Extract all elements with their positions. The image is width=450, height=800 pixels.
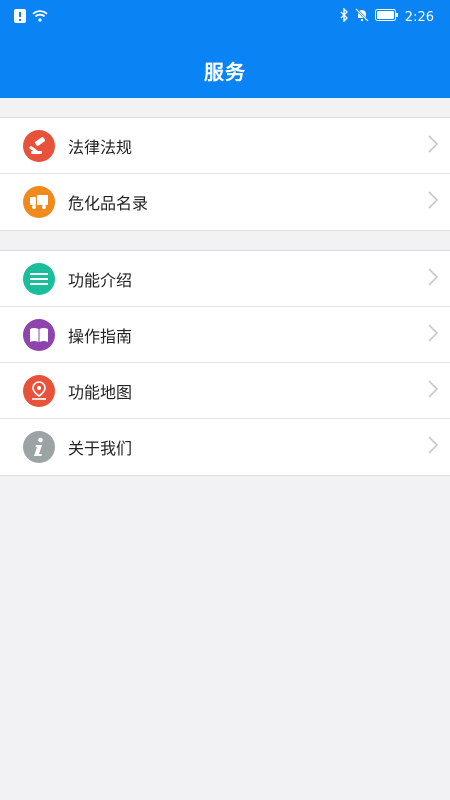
chevron-right-icon	[428, 323, 439, 346]
menu-group-1: 法律法规 危化品名录	[0, 117, 450, 231]
chevron-right-icon	[428, 436, 439, 458]
app-header: 2:26 服务	[0, 0, 450, 98]
menu-item-label: 危化品名录	[68, 194, 149, 213]
list-icon	[23, 262, 55, 295]
chevron-right-icon	[428, 267, 439, 290]
menu-item-features[interactable]: 功能介绍	[0, 251, 450, 307]
alert-icon	[14, 9, 26, 27]
menu-item-guide[interactable]: 操作指南	[0, 307, 450, 363]
chevron-right-icon	[428, 134, 439, 157]
status-bar: 2:26	[0, 0, 450, 34]
menu-item-about[interactable]: 关于我们	[0, 419, 450, 475]
menu-item-label: 功能介绍	[68, 270, 133, 290]
battery-icon	[374, 9, 399, 25]
location-pin-icon	[23, 374, 55, 407]
status-time: 2:26	[404, 9, 434, 25]
menu-item-label: 法律法规	[68, 137, 133, 157]
mute-bell-icon	[354, 8, 369, 26]
gavel-icon	[23, 129, 55, 162]
chevron-right-icon	[428, 379, 439, 402]
menu-item-label: 功能地图	[68, 382, 133, 402]
menu-item-label: 操作指南	[68, 326, 133, 346]
truck-icon	[23, 186, 55, 218]
info-icon	[23, 431, 55, 463]
menu-item-hazardous-chemicals[interactable]: 危化品名录	[0, 174, 450, 230]
chevron-right-icon	[428, 191, 439, 213]
bluetooth-icon	[340, 7, 349, 26]
menu-item-label: 关于我们	[68, 439, 133, 458]
wifi-icon	[32, 10, 48, 26]
menu-item-laws[interactable]: 法律法规	[0, 118, 450, 174]
book-icon	[23, 318, 55, 351]
menu-item-map[interactable]: 功能地图	[0, 363, 450, 419]
menu-group-2: 功能介绍 操作指南 功能地图 关于我们	[0, 250, 450, 476]
page-title: 服务	[204, 60, 246, 84]
